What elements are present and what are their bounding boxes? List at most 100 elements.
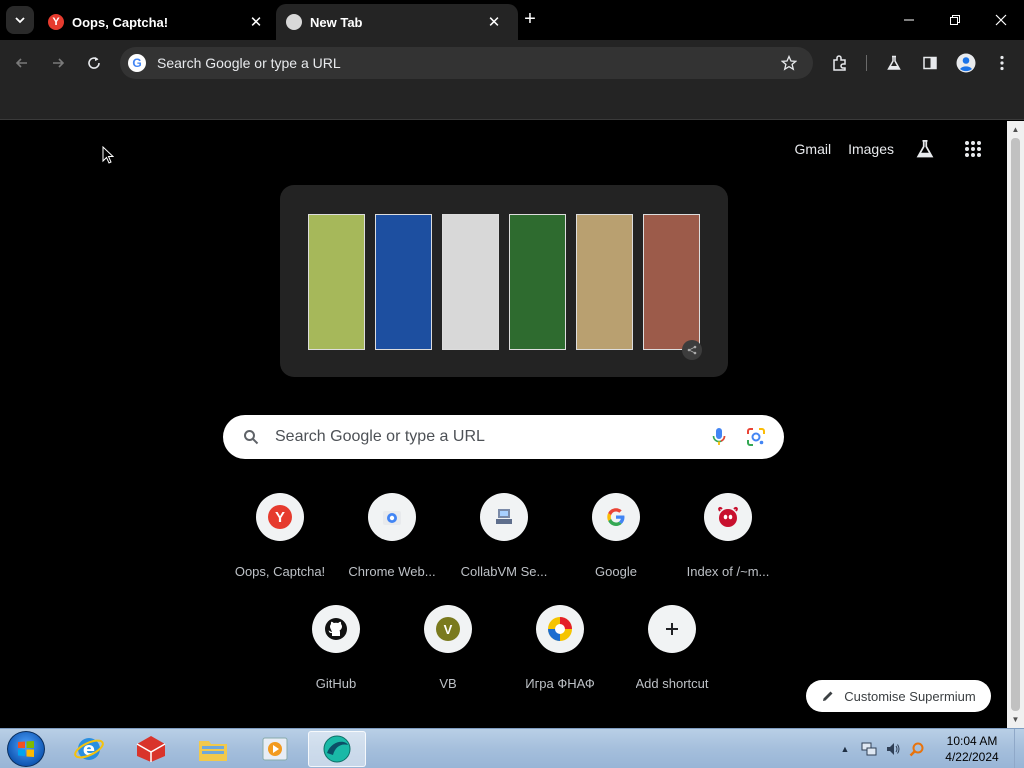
shortcut-label: Add shortcut bbox=[635, 676, 709, 691]
menu-button[interactable] bbox=[989, 50, 1015, 76]
clock-date: 4/22/2024 bbox=[945, 750, 999, 764]
show-desktop-button[interactable] bbox=[1014, 729, 1024, 768]
shortcut-tile[interactable]: GitHub bbox=[280, 605, 392, 709]
back-button[interactable] bbox=[9, 50, 35, 76]
close-tab-icon[interactable]: ✕ bbox=[486, 14, 502, 31]
shortcut-tile[interactable]: Игра ФНАФ bbox=[504, 605, 616, 709]
internet-explorer-icon: e bbox=[74, 738, 104, 760]
shortcut-tile[interactable]: Chrome Web... bbox=[336, 493, 448, 597]
forward-button[interactable] bbox=[45, 50, 71, 76]
labs-flask-icon[interactable] bbox=[913, 137, 937, 161]
plus-icon bbox=[648, 605, 696, 653]
media-player-icon bbox=[262, 737, 288, 761]
new-tab-page: Gmail Images Search Google or type a URL bbox=[0, 121, 1007, 728]
taskbar-internet-explorer[interactable]: e bbox=[60, 731, 118, 767]
customise-button[interactable]: Customise Supermium bbox=[806, 680, 991, 712]
freebsd-icon bbox=[704, 493, 752, 541]
side-panel-button[interactable] bbox=[917, 50, 943, 76]
doodle-panel bbox=[576, 214, 633, 350]
chevron-down-icon bbox=[15, 17, 25, 24]
chrome-newtab-icon bbox=[286, 14, 302, 30]
minimize-icon bbox=[904, 19, 914, 21]
google-lens-icon[interactable] bbox=[744, 425, 768, 449]
google-g-icon bbox=[592, 493, 640, 541]
microphone-icon[interactable] bbox=[707, 425, 731, 449]
side-panel-icon bbox=[923, 56, 937, 70]
tab-new-tab[interactable]: New Tab ✕ bbox=[276, 4, 518, 40]
tray-expand-icon[interactable]: ▲ bbox=[836, 740, 854, 758]
shortcut-label: Index of /~m... bbox=[686, 564, 770, 579]
restore-button[interactable] bbox=[943, 8, 967, 32]
pencil-icon bbox=[821, 689, 835, 703]
toolbar-separator bbox=[866, 55, 867, 71]
flask-icon bbox=[887, 55, 901, 70]
restore-icon bbox=[950, 15, 960, 25]
google-g-icon: G bbox=[128, 54, 146, 72]
taskbar-supermium[interactable] bbox=[308, 731, 366, 767]
images-link[interactable]: Images bbox=[848, 141, 894, 157]
doodle-panel bbox=[308, 214, 365, 350]
shortcut-label: Google bbox=[595, 564, 637, 579]
yandex-icon: Y bbox=[256, 493, 304, 541]
close-window-button[interactable] bbox=[989, 8, 1013, 32]
new-tab-button[interactable]: + bbox=[520, 9, 540, 30]
reload-icon bbox=[88, 57, 100, 69]
shortcut-tile[interactable]: Index of /~m... bbox=[672, 493, 784, 597]
scroll-down-icon[interactable]: ▼ bbox=[1007, 711, 1024, 728]
minimize-button[interactable] bbox=[897, 8, 921, 32]
app-red-icon bbox=[136, 736, 166, 762]
more-vertical-icon bbox=[1000, 55, 1004, 71]
file-explorer-icon bbox=[199, 741, 227, 761]
profile-button[interactable] bbox=[953, 50, 979, 76]
tab-title: New Tab bbox=[310, 14, 363, 30]
yandex-icon: Y bbox=[48, 14, 64, 30]
shortcut-label: Chrome Web... bbox=[348, 564, 436, 579]
doodle-panel bbox=[509, 214, 566, 350]
network-icon[interactable] bbox=[860, 740, 878, 758]
shortcut-label: GitHub bbox=[315, 676, 357, 691]
clock-time: 10:04 AM bbox=[946, 734, 998, 748]
windows-taskbar: e ▲ 10:04 AM 4/22/2024 bbox=[0, 728, 1024, 768]
system-clock[interactable]: 10:04 AM 4/22/2024 bbox=[936, 733, 1008, 765]
shortcut-tile[interactable]: CollabVM Se... bbox=[448, 493, 560, 597]
bookmark-star-icon[interactable] bbox=[779, 53, 799, 73]
tab-title: Oops, Captcha! bbox=[72, 14, 169, 30]
tab-search-button[interactable] bbox=[6, 6, 34, 34]
shortcut-tile[interactable]: Y Oops, Captcha! bbox=[224, 493, 336, 597]
collabvm-icon bbox=[480, 493, 528, 541]
taskbar-media-player[interactable] bbox=[246, 731, 304, 767]
reload-button[interactable] bbox=[81, 50, 107, 76]
scroll-up-icon[interactable]: ▲ bbox=[1007, 121, 1024, 138]
google-doodle[interactable] bbox=[280, 185, 728, 377]
extensions-button[interactable] bbox=[827, 50, 853, 76]
scrollbar[interactable]: ▲ ▼ bbox=[1007, 121, 1024, 728]
google-apps-icon[interactable] bbox=[961, 137, 985, 161]
tab-oops-captcha[interactable]: Y Oops, Captcha! ✕ bbox=[40, 4, 270, 40]
shortcut-label: VB bbox=[439, 676, 457, 691]
close-tab-icon[interactable]: ✕ bbox=[248, 14, 264, 31]
avatar-icon bbox=[956, 53, 976, 73]
shortcut-tile[interactable]: Google bbox=[560, 493, 672, 597]
doodle-panel bbox=[643, 214, 700, 350]
taskbar-file-explorer[interactable] bbox=[184, 731, 242, 767]
shortcut-tile[interactable]: V VB bbox=[392, 605, 504, 709]
taskbar-app-red[interactable] bbox=[122, 731, 180, 767]
scrollbar-thumb[interactable] bbox=[1011, 138, 1020, 711]
omnibox[interactable]: G Search Google or type a URL bbox=[120, 47, 813, 79]
search-tray-icon[interactable] bbox=[908, 740, 926, 758]
windows-logo-icon bbox=[18, 741, 34, 757]
chrome-webstore-icon bbox=[368, 493, 416, 541]
labs-button[interactable] bbox=[881, 50, 907, 76]
gmail-link[interactable]: Gmail bbox=[795, 141, 832, 157]
add-shortcut-button[interactable]: Add shortcut bbox=[616, 605, 728, 709]
system-tray: ▲ 10:04 AM 4/22/2024 bbox=[830, 729, 1024, 768]
omnibox-placeholder: Search Google or type a URL bbox=[157, 55, 341, 71]
google-search-box[interactable]: Search Google or type a URL bbox=[223, 415, 784, 459]
arrow-right-icon bbox=[53, 58, 65, 68]
shortcut-label: CollabVM Se... bbox=[460, 564, 548, 579]
close-icon bbox=[995, 14, 1007, 26]
start-button[interactable] bbox=[7, 731, 45, 767]
share-icon[interactable] bbox=[682, 340, 702, 360]
volume-icon[interactable] bbox=[884, 740, 902, 758]
bookmark-bar bbox=[0, 86, 1024, 120]
